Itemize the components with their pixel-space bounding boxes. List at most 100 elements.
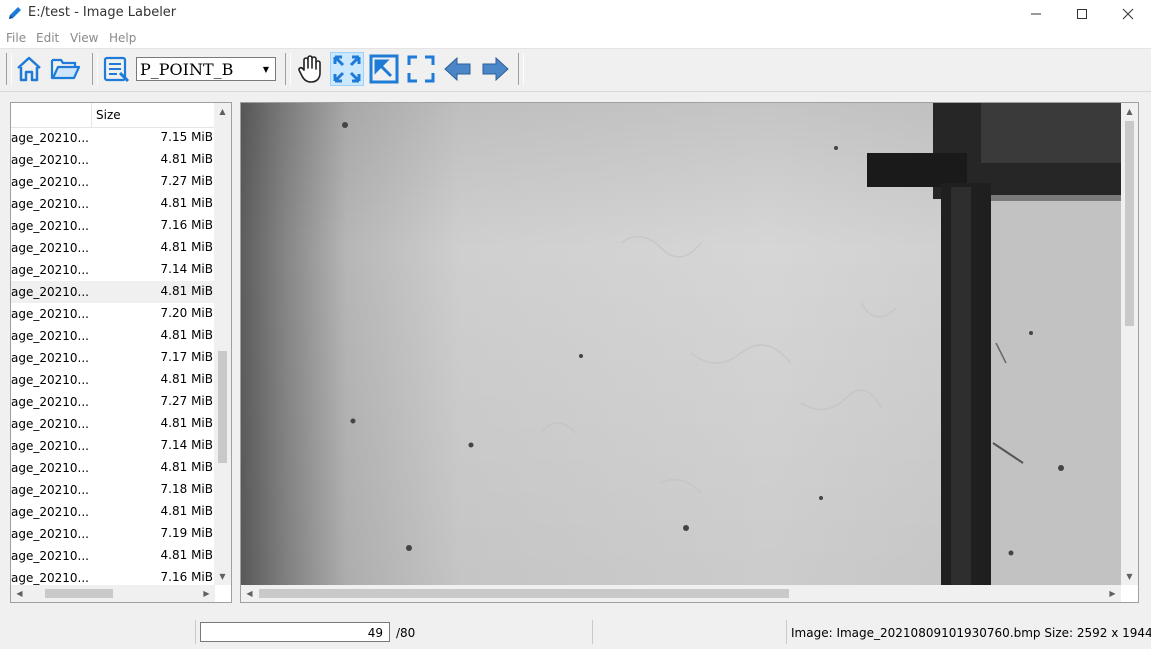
- file-size: 7.27 MiB: [160, 174, 213, 188]
- image-index-input[interactable]: 49: [200, 622, 390, 642]
- home-button[interactable]: [12, 52, 46, 86]
- image-vertical-scrollbar[interactable]: ▲ ▼: [1121, 103, 1138, 585]
- maximize-icon: [1077, 8, 1087, 19]
- scroll-down-arrow-icon[interactable]: ▼: [1121, 568, 1138, 585]
- chevron-down-icon[interactable]: ▼: [258, 59, 274, 79]
- column-header-size[interactable]: Size: [96, 108, 121, 122]
- file-list-row[interactable]: age_20210... 4.81 MiB: [11, 457, 215, 479]
- toolbar-grip[interactable]: [285, 53, 291, 85]
- file-size: 4.81 MiB: [160, 240, 213, 254]
- file-list-row[interactable]: age_20210... 7.19 MiB: [11, 523, 215, 545]
- file-name: age_20210...: [11, 483, 89, 497]
- microscope-image[interactable]: [241, 103, 1121, 587]
- file-list-row[interactable]: age_20210... 7.14 MiB: [11, 435, 215, 457]
- scroll-up-arrow-icon[interactable]: ▲: [1121, 103, 1138, 120]
- file-size: 7.27 MiB: [160, 394, 213, 408]
- file-list-row[interactable]: age_20210... 4.81 MiB: [11, 149, 215, 171]
- next-arrow-icon: [482, 56, 509, 82]
- image-canvas[interactable]: ▲ ▼ ◀ ▶: [240, 102, 1139, 603]
- file-name: age_20210...: [11, 219, 89, 233]
- file-name: age_20210...: [11, 461, 89, 475]
- image-total-count: /80: [396, 626, 416, 640]
- file-size: 7.16 MiB: [160, 570, 213, 584]
- actual-size-button[interactable]: [367, 52, 401, 86]
- file-list-row[interactable]: age_20210... 7.15 MiB: [11, 127, 215, 149]
- file-list-row[interactable]: age_20210... 4.81 MiB: [11, 413, 215, 435]
- file-list-row[interactable]: age_20210... 4.81 MiB: [11, 501, 215, 523]
- file-list-row[interactable]: age_20210... 7.17 MiB: [11, 347, 215, 369]
- file-list-row[interactable]: age_20210... 7.20 MiB: [11, 303, 215, 325]
- fit-frame-button[interactable]: [404, 52, 438, 86]
- previous-arrow-icon: [444, 56, 471, 82]
- fit-frame-icon: [407, 55, 435, 83]
- minimize-button[interactable]: [1013, 0, 1059, 27]
- open-folder-button[interactable]: [48, 52, 82, 86]
- file-list-row[interactable]: age_20210... 7.27 MiB: [11, 171, 215, 193]
- menu-edit[interactable]: Edit: [36, 31, 59, 45]
- file-size: 4.81 MiB: [160, 548, 213, 562]
- file-name: age_20210...: [11, 417, 89, 431]
- label-list-icon: [103, 56, 130, 83]
- scroll-right-arrow-icon[interactable]: ▶: [1104, 585, 1121, 602]
- file-size: 4.81 MiB: [160, 328, 213, 342]
- file-list-row[interactable]: age_20210... 7.27 MiB: [11, 391, 215, 413]
- scroll-left-arrow-icon[interactable]: ◀: [11, 585, 28, 602]
- file-size: 4.81 MiB: [160, 284, 213, 298]
- menu-file[interactable]: File: [6, 31, 26, 45]
- scroll-up-arrow-icon[interactable]: ▲: [214, 103, 231, 120]
- label-list-button[interactable]: [99, 52, 133, 86]
- vertical-scrollbar[interactable]: ▲ ▼: [214, 103, 231, 585]
- image-info-text: Image: Image_20210809101930760.bmp Size:…: [791, 626, 1151, 640]
- file-name: age_20210...: [11, 351, 89, 365]
- label-class-select[interactable]: P_POINT_B ▼: [136, 57, 276, 81]
- pan-tool-button[interactable]: [293, 52, 327, 86]
- file-name: age_20210...: [11, 197, 89, 211]
- file-list-row[interactable]: age_20210... 4.81 MiB: [11, 237, 215, 259]
- file-size: 7.18 MiB: [160, 482, 213, 496]
- file-list-row[interactable]: age_20210... 4.81 MiB: [11, 325, 215, 347]
- scrollbar-thumb[interactable]: [259, 589, 789, 598]
- status-separator: [592, 620, 593, 644]
- file-size: 4.81 MiB: [160, 460, 213, 474]
- file-list-row[interactable]: age_20210... 4.81 MiB: [11, 545, 215, 567]
- file-list-row[interactable]: age_20210... 4.81 MiB: [11, 281, 215, 303]
- file-name: age_20210...: [11, 175, 89, 189]
- toolbar-grip[interactable]: [92, 53, 98, 85]
- minimize-icon: [1031, 13, 1041, 14]
- menu-view[interactable]: View: [70, 31, 98, 45]
- file-list-row[interactable]: age_20210... 7.14 MiB: [11, 259, 215, 281]
- menu-help[interactable]: Help: [109, 31, 136, 45]
- column-divider[interactable]: [91, 103, 92, 127]
- window-title: E:/test - Image Labeler: [28, 5, 177, 20]
- home-icon: [17, 56, 41, 82]
- scrollbar-thumb[interactable]: [45, 589, 113, 598]
- status-bar: 49 /80 Image: Image_20210809101930760.bm…: [0, 617, 1151, 649]
- file-size: 4.81 MiB: [160, 196, 213, 210]
- file-name: age_20210...: [11, 241, 89, 255]
- scroll-down-arrow-icon[interactable]: ▼: [214, 568, 231, 585]
- file-list-row[interactable]: age_20210... 7.18 MiB: [11, 479, 215, 501]
- scrollbar-thumb[interactable]: [1125, 121, 1134, 326]
- horizontal-scrollbar[interactable]: ◀ ▶: [11, 585, 215, 602]
- previous-image-button[interactable]: [441, 52, 475, 86]
- actual-size-icon: [369, 54, 399, 84]
- close-button[interactable]: [1105, 0, 1151, 27]
- scroll-left-arrow-icon[interactable]: ◀: [241, 585, 258, 602]
- file-list-row[interactable]: age_20210... 4.81 MiB: [11, 193, 215, 215]
- file-list-row[interactable]: age_20210... 7.16 MiB: [11, 215, 215, 237]
- file-name: age_20210...: [11, 131, 89, 145]
- image-horizontal-scrollbar[interactable]: ◀ ▶: [241, 585, 1121, 602]
- scroll-right-arrow-icon[interactable]: ▶: [198, 585, 215, 602]
- toolbar-grip[interactable]: [518, 53, 524, 85]
- menu-bar: File Edit View Help: [0, 27, 1151, 49]
- fit-to-window-button[interactable]: [330, 52, 364, 86]
- next-image-button[interactable]: [478, 52, 512, 86]
- file-list-row[interactable]: age_20210... 4.81 MiB: [11, 369, 215, 391]
- file-name: age_20210...: [11, 373, 89, 387]
- maximize-button[interactable]: [1059, 0, 1105, 27]
- hand-pan-icon: [298, 55, 321, 83]
- file-name: age_20210...: [11, 527, 89, 541]
- file-name: age_20210...: [11, 307, 89, 321]
- file-size: 4.81 MiB: [160, 152, 213, 166]
- scrollbar-thumb[interactable]: [218, 351, 227, 463]
